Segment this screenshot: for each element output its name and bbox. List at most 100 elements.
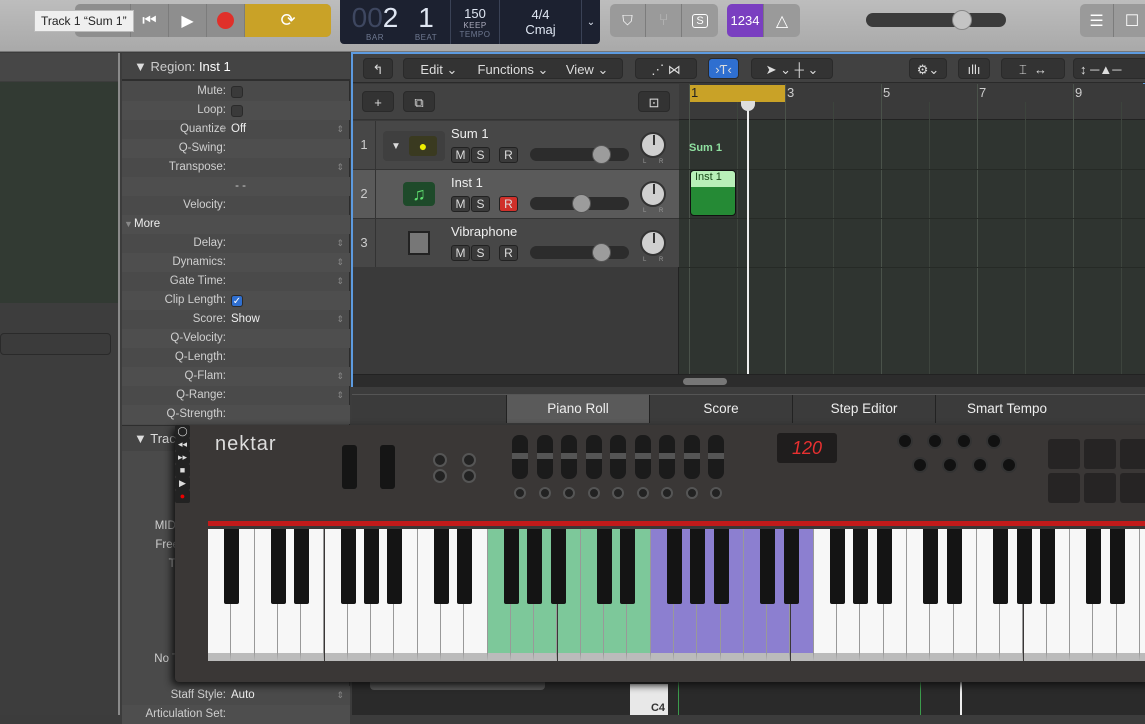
fader-button[interactable] xyxy=(661,487,673,499)
add-track-button[interactable]: + xyxy=(362,91,394,112)
tempo-display[interactable]: 150 KEEP TEMPO xyxy=(450,0,500,44)
tab-smart-tempo[interactable]: Smart Tempo xyxy=(935,395,1078,423)
volume-knob[interactable] xyxy=(572,194,592,213)
loop-checkbox[interactable] xyxy=(231,105,243,117)
track-header[interactable]: 1 ▼ ● Sum 1MSRLR xyxy=(353,121,679,170)
score-row[interactable]: Score: Show ⇕ xyxy=(122,310,350,329)
black-key[interactable] xyxy=(1086,529,1102,604)
cycle-button[interactable]: ⟳ xyxy=(245,4,331,37)
notepad-button[interactable]: ☐ xyxy=(1114,4,1145,37)
black-key[interactable] xyxy=(783,529,799,604)
global-tracks-button[interactable]: ⊡ xyxy=(638,91,670,112)
black-key[interactable] xyxy=(224,529,240,604)
black-key[interactable] xyxy=(387,529,403,604)
black-key[interactable] xyxy=(1109,529,1125,604)
drum-pad[interactable] xyxy=(1084,473,1116,503)
volume-slider[interactable] xyxy=(530,194,629,213)
volume-slider[interactable] xyxy=(530,243,629,262)
horizontal-scrollbar[interactable] xyxy=(353,374,1145,387)
rotary-knob[interactable] xyxy=(912,457,928,473)
clip-length-checkbox[interactable]: ✓ xyxy=(231,295,243,307)
library-search-field[interactable] xyxy=(0,333,111,355)
pan-knob[interactable] xyxy=(640,132,666,158)
cycle-region[interactable] xyxy=(689,85,785,102)
fader-button[interactable] xyxy=(514,487,526,499)
q-velocity-row[interactable]: Q-Velocity: xyxy=(122,329,350,348)
stepper-icon[interactable]: ⇕ xyxy=(336,158,344,177)
solo-button[interactable]: S xyxy=(471,147,490,163)
black-key[interactable] xyxy=(1016,529,1032,604)
fader[interactable] xyxy=(561,435,577,479)
go-to-start-button[interactable]: ⏮ xyxy=(131,4,169,37)
fader[interactable] xyxy=(634,435,651,479)
vertical-zoom-slider[interactable]: ↕ ─▲─ xyxy=(1073,58,1145,79)
controller-stop-button[interactable]: ■ xyxy=(175,464,190,477)
velocity-row[interactable]: Velocity: xyxy=(122,196,350,215)
fader-button[interactable] xyxy=(587,487,600,499)
fader-button[interactable] xyxy=(685,487,698,499)
playhead[interactable] xyxy=(746,102,749,374)
fader[interactable] xyxy=(610,435,626,479)
fader-button[interactable] xyxy=(710,487,722,499)
stepper-icon[interactable]: ⇕ xyxy=(336,367,344,386)
rotary-knob[interactable] xyxy=(986,433,1002,449)
fader[interactable] xyxy=(708,435,724,479)
fader[interactable] xyxy=(536,435,553,479)
controller-record-button[interactable]: ● xyxy=(175,490,190,503)
metronome-button[interactable]: △ xyxy=(764,4,800,37)
signature-key-display[interactable]: 4/4 Cmaj xyxy=(500,0,582,44)
disclosure-triangle-icon[interactable]: ▼ xyxy=(391,141,401,152)
delay-row[interactable]: Delay: ⇕ xyxy=(122,234,350,253)
black-key[interactable] xyxy=(294,529,310,604)
pan-knob[interactable] xyxy=(640,181,666,207)
q-swing-row[interactable]: Q-Swing: xyxy=(122,139,350,158)
stepper-icon[interactable]: ⇕ xyxy=(336,310,344,329)
record-enable-button[interactable]: R xyxy=(499,147,518,163)
fader-button[interactable] xyxy=(636,487,649,499)
black-key[interactable] xyxy=(853,529,869,604)
master-volume-knob[interactable] xyxy=(952,10,972,30)
stepper-icon[interactable]: ⇕ xyxy=(336,120,344,139)
record-button[interactable] xyxy=(207,4,245,37)
volume-knob[interactable] xyxy=(592,243,612,262)
black-key[interactable] xyxy=(364,529,380,604)
volume-slider[interactable] xyxy=(530,145,629,164)
rotary-knob[interactable] xyxy=(956,433,972,449)
controller-forward-button[interactable]: ▸▸ xyxy=(175,451,190,464)
clip-length-row[interactable]: Clip Length: ✓ xyxy=(122,291,350,310)
score-value[interactable]: Show xyxy=(231,310,260,329)
lcd-display[interactable]: 002 BAR 1 BEAT 150 KEEP TEMPO 4/4 Cmaj ⌄ xyxy=(340,0,600,44)
track-header[interactable]: 3 Vibraphone M S R L R xyxy=(353,219,679,268)
fader[interactable] xyxy=(659,435,675,479)
track-name[interactable]: Vibraphone xyxy=(451,224,517,239)
dynamics-row[interactable]: Dynamics: ⇕ xyxy=(122,253,350,272)
black-key[interactable] xyxy=(550,529,566,604)
rotary-knob[interactable] xyxy=(897,433,913,449)
black-key[interactable] xyxy=(667,529,682,604)
view-menu[interactable]: View ⌄ xyxy=(556,59,618,78)
record-enable-button[interactable]: R xyxy=(499,245,518,261)
drum-pad[interactable] xyxy=(1084,439,1116,469)
tab-step-editor[interactable]: Step Editor xyxy=(792,395,935,423)
loop-row[interactable]: Loop: xyxy=(122,101,350,120)
controller-loop-button[interactable]: ◯ xyxy=(175,425,190,438)
functions-menu[interactable]: Functions ⌄ xyxy=(470,59,556,78)
stepper-icon[interactable]: ⇕ xyxy=(336,234,344,253)
stepper-icon[interactable]: ⇕ xyxy=(336,253,344,272)
solo-button[interactable]: S xyxy=(471,245,490,261)
drum-pad[interactable] xyxy=(1120,439,1145,469)
quantize-row[interactable]: Quantize Off ⇕ ⇕ xyxy=(122,120,350,139)
solo-button[interactable]: S xyxy=(471,196,490,212)
region-inspector-header[interactable]: ▼ Region: Inst 1 xyxy=(122,53,350,81)
list-editors-button[interactable]: ☰ xyxy=(1080,4,1114,37)
black-key[interactable] xyxy=(597,529,613,604)
track-name[interactable]: Inst 1 xyxy=(451,175,483,190)
quantize-value[interactable]: Off xyxy=(231,120,246,139)
zoom-fit-buttons[interactable]: ⌶ ↔ xyxy=(1001,58,1065,79)
q-range-row[interactable]: Q-Range: ⇕ xyxy=(122,386,350,405)
settings-button[interactable]: ⚙⌄ xyxy=(909,58,947,79)
count-in-button[interactable]: 1234 xyxy=(727,4,764,37)
white-key[interactable] xyxy=(1140,529,1145,661)
rotary-knob[interactable] xyxy=(942,457,958,473)
black-key[interactable] xyxy=(527,529,543,604)
